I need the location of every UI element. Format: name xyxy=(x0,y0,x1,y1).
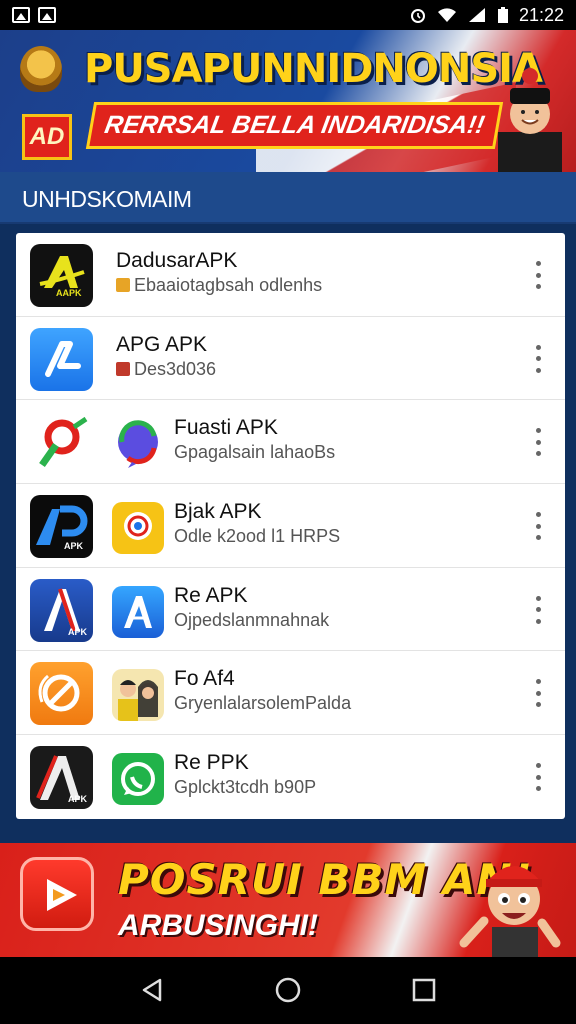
chat-bubble-icon xyxy=(112,418,164,471)
bottom-banner[interactable]: POSRUI BBM AN! ARBUSINGHI! xyxy=(0,843,576,957)
app-subtitle: Ebaaiotagbsah odlenhs xyxy=(116,275,322,296)
people-avatar-icon xyxy=(112,669,164,722)
ap-logo-icon: APK xyxy=(30,495,93,559)
banner-title: PUSAPUNNIDNONSIA xyxy=(84,46,543,92)
blue-a-icon xyxy=(30,327,93,391)
list-item[interactable]: Fuasti APK Gpagalsain lahaoBs xyxy=(16,400,565,485)
app-subtitle: Des3d036 xyxy=(116,359,216,380)
clock: 21:22 xyxy=(518,4,564,25)
yellow-chat-icon xyxy=(112,502,164,555)
emblem-icon xyxy=(20,46,62,92)
banner-subtitle: ARBUSINGHI! xyxy=(118,909,318,942)
alarm-icon xyxy=(410,9,425,23)
maps-pin-icon xyxy=(30,411,93,475)
appstore-icon xyxy=(112,585,164,638)
list-item[interactable]: APG APK Des3d036 xyxy=(16,317,565,401)
image-icon xyxy=(38,7,56,23)
yellow-a-icon: AAPK xyxy=(30,244,93,307)
navigation-bar xyxy=(0,957,576,1024)
package-icon xyxy=(116,278,130,292)
more-options-icon[interactable] xyxy=(533,428,543,457)
recents-icon[interactable] xyxy=(409,975,439,1005)
app-subtitle: Odle k2ood l1 HRPS xyxy=(174,526,341,547)
mascot-icon xyxy=(459,866,561,957)
battery-icon xyxy=(497,7,508,23)
more-options-icon[interactable] xyxy=(533,261,543,289)
app-name: Bjak APK xyxy=(174,500,262,524)
package-icon xyxy=(116,361,130,376)
more-options-icon[interactable] xyxy=(533,763,543,792)
blue-triangle-a-icon: APK xyxy=(30,578,93,642)
app-name: Re APK xyxy=(174,583,248,607)
app-name: Re PPK xyxy=(174,751,249,775)
image-icon xyxy=(12,7,30,23)
wifi-icon xyxy=(437,8,456,22)
more-options-icon[interactable] xyxy=(533,512,543,541)
banner-subtitle: RERRSAL BELLA INDARIDISA!! xyxy=(85,102,504,149)
banner-logo: AD xyxy=(22,114,72,160)
mascot-icon xyxy=(498,68,562,172)
list-item[interactable]: AAPK DadusarAPK Ebaaiotagbsah odlenhs xyxy=(16,233,565,317)
more-options-icon[interactable] xyxy=(533,344,543,373)
list-item[interactable]: Fo Af4 GryenlalarsolemPalda xyxy=(16,651,565,736)
app-name: APG APK xyxy=(116,332,208,356)
play-icon xyxy=(20,857,94,931)
section-header: UNHDSKOMAIM xyxy=(0,172,576,224)
back-icon[interactable] xyxy=(138,975,168,1005)
list-item[interactable]: APK Re APK Ojpedslanmnahnak xyxy=(16,568,565,652)
black-a-icon: APK xyxy=(30,746,93,810)
app-subtitle: Gplckt3tcdh b90P xyxy=(174,777,317,798)
app-name: DadusarAPK xyxy=(116,249,238,272)
more-options-icon[interactable] xyxy=(533,679,543,708)
home-icon[interactable] xyxy=(273,975,303,1005)
whatsapp-icon xyxy=(112,753,164,806)
app-subtitle: Ojpedslanmnahnak xyxy=(174,609,330,630)
orange-compass-icon xyxy=(30,662,93,726)
app-list: AAPK DadusarAPK Ebaaiotagbsah odlenhs AP… xyxy=(16,233,565,819)
app-subtitle: GryenlalarsolemPalda xyxy=(174,693,352,714)
app-subtitle: Gpagalsain lahaoBs xyxy=(174,442,336,463)
section-title: UNHDSKOMAIM xyxy=(22,186,192,212)
more-options-icon[interactable] xyxy=(533,595,543,624)
app-name: Fuasti APK xyxy=(174,416,278,440)
app-name: Fo Af4 xyxy=(174,667,235,691)
list-item[interactable]: APK Bjak APK Odle k2ood l1 HRPS xyxy=(16,484,565,568)
top-banner[interactable]: AD PUSAPUNNIDNONSIA RERRSAL BELLA INDARI… xyxy=(0,30,576,172)
signal-icon xyxy=(468,8,485,22)
list-item[interactable]: APK Re PPK Gplckt3tcdh b90P xyxy=(16,735,565,819)
status-bar: 21:22 xyxy=(0,0,576,30)
